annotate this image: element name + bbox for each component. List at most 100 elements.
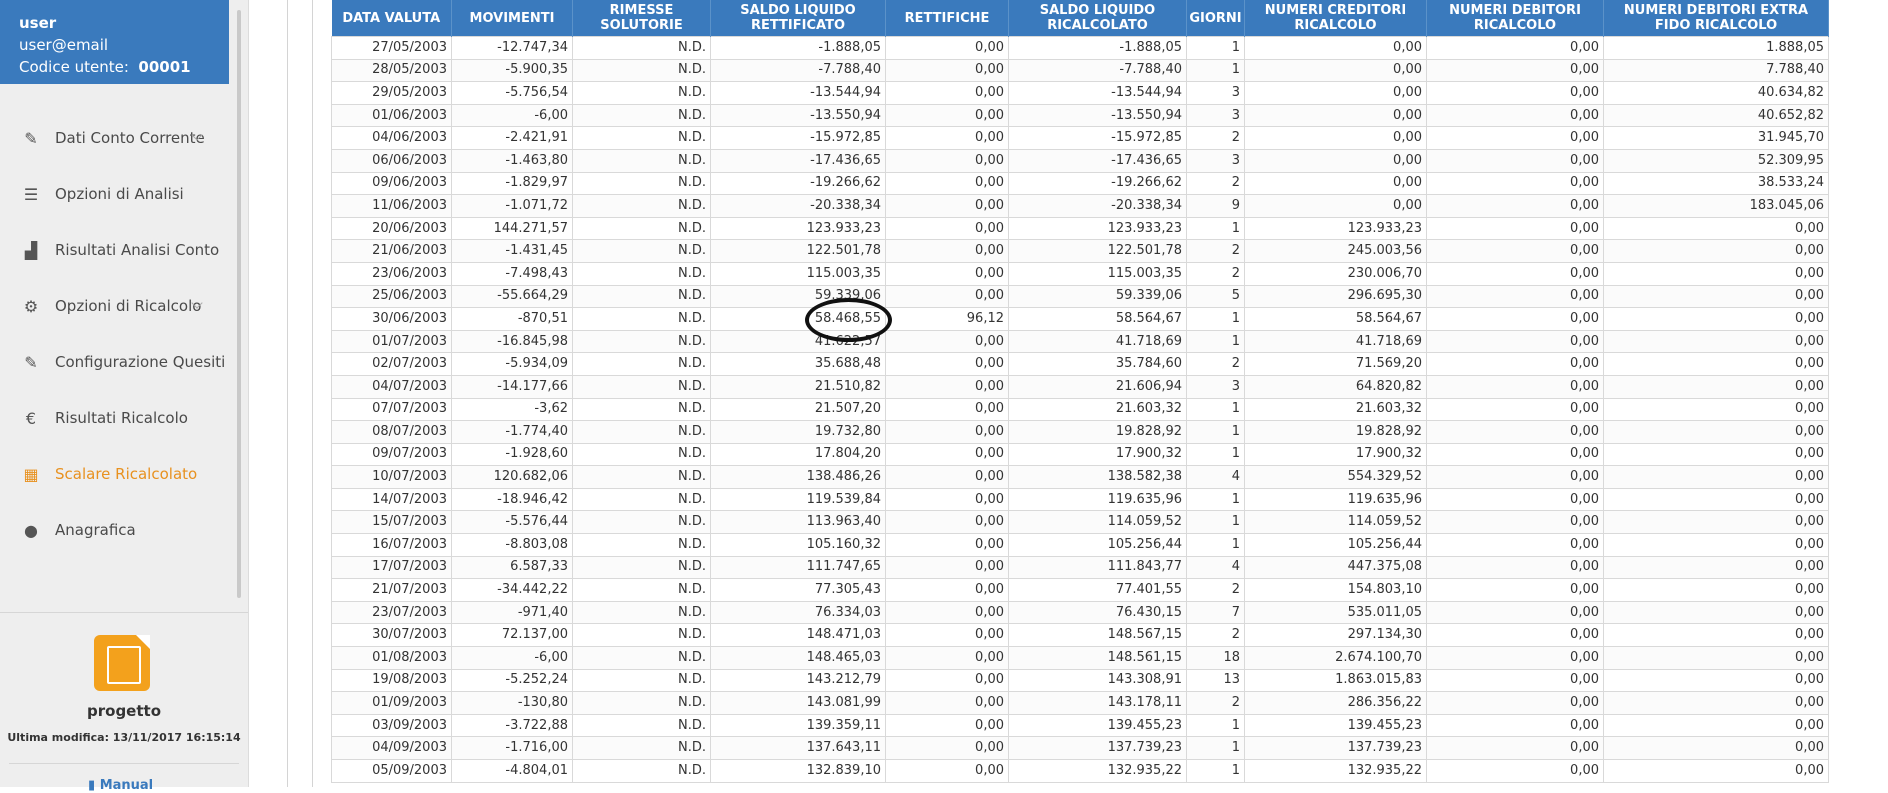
table-row[interactable]: 25/06/2003 -55.664,29 N.D. 59.339,06 0,00 59.… xyxy=(331,284,1829,309)
table-row[interactable]: 08/07/2003 -1.774,40 N.D. 19.732,80 0,00 19.8… xyxy=(331,420,1829,444)
table-row[interactable]: 09/06/2003 -1.829,97 N.D. -19.266,62 0,00 -19… xyxy=(331,171,1829,196)
table-row[interactable]: 04/07/2003 -14.177,66 N.D. 21.510,82 0,00 21.… xyxy=(331,374,1829,399)
table-row[interactable]: 16/07/2003 -8.803,08 N.D. 105.160,32 0,00 105… xyxy=(331,533,1829,557)
sidebar-item-scalare-ricalcolato[interactable]: ▦ Scalare Ricalcolato xyxy=(0,446,229,502)
table-cell: 0,00 xyxy=(1426,510,1604,535)
user-panel[interactable]: user user@email Codice utente: 00001 xyxy=(0,0,229,84)
table-cell: 19.732,80 xyxy=(710,420,886,444)
table-cell: 35.688,48 xyxy=(710,352,886,376)
table-cell: 52.309,95 xyxy=(1603,148,1829,173)
table-row[interactable]: 01/08/2003 -6,00 N.D. 148.465,03 0,00 148.561… xyxy=(331,646,1829,670)
table-cell: 0,00 xyxy=(1426,397,1604,422)
table-cell: -13.544,94 xyxy=(1008,81,1187,105)
table-cell: 58.564,67 xyxy=(1008,307,1187,331)
table-row[interactable]: 01/06/2003 -6,00 N.D. -13.550,94 0,00 -13.550… xyxy=(331,103,1829,128)
column-header[interactable]: RIMESSE SOLUTORIE xyxy=(572,0,711,37)
table-cell: 0,00 xyxy=(1603,533,1829,557)
table-row[interactable]: 30/07/2003 72.137,00 N.D. 148.471,03 0,00 148… xyxy=(331,623,1829,648)
table-cell: N.D. xyxy=(572,352,711,376)
column-header[interactable]: NUMERI DEBITORI RICALCOLO xyxy=(1426,0,1604,37)
table-icon: ▦ xyxy=(23,464,39,484)
table-cell: 23/07/2003 xyxy=(331,600,452,625)
table-cell: 17/07/2003 xyxy=(331,555,452,580)
table-cell: 1 xyxy=(1186,442,1245,467)
table-row[interactable]: 04/06/2003 -2.421,91 N.D. -15.972,85 0,00 -15… xyxy=(331,126,1829,150)
table-cell: 0,00 xyxy=(1244,171,1427,196)
table-cell: 9 xyxy=(1186,194,1245,218)
table-cell: 0,00 xyxy=(885,759,1009,783)
table-row[interactable]: 10/07/2003 120.682,06 N.D. 138.486,26 0,00 13… xyxy=(331,465,1829,489)
table-row[interactable]: 20/06/2003 144.271,57 N.D. 123.933,23 0,00 12… xyxy=(331,216,1829,241)
table-cell: 1.888,05 xyxy=(1603,36,1829,60)
column-header[interactable]: RETTIFICHE xyxy=(885,0,1009,37)
table-row[interactable]: 03/09/2003 -3.722,88 N.D. 139.359,11 0,00 139… xyxy=(331,713,1829,738)
table-cell: 138.486,26 xyxy=(710,465,886,489)
table-cell: 0,00 xyxy=(885,352,1009,376)
table-cell: 148.561,15 xyxy=(1008,646,1187,670)
table-row[interactable]: 28/05/2003 -5.900,35 N.D. -7.788,40 0,00 -7.7… xyxy=(331,58,1829,83)
sidebar-item-risultati-analisi-conto[interactable]: ▟ Risultati Analisi Conto xyxy=(0,222,229,278)
table-row[interactable]: 04/09/2003 -1.716,00 N.D. 137.643,11 0,00 137… xyxy=(331,736,1829,760)
table-row[interactable]: 02/07/2003 -5.934,09 N.D. 35.688,48 0,00 35.7… xyxy=(331,352,1829,376)
table-row[interactable]: 14/07/2003 -18.946,42 N.D. 119.539,84 0,00 11… xyxy=(331,487,1829,512)
column-header[interactable]: GIORNI xyxy=(1186,0,1245,37)
manual-link[interactable]: ▮ Manual xyxy=(88,778,153,793)
table-cell: 0,00 xyxy=(1426,420,1604,444)
table-row[interactable]: 11/06/2003 -1.071,72 N.D. -20.338,34 0,00 -20… xyxy=(331,194,1829,218)
table-row[interactable]: 06/06/2003 -1.463,80 N.D. -17.436,65 0,00 -17… xyxy=(331,148,1829,173)
table-row[interactable]: 01/07/2003 -16.845,98 N.D. 41.622,57 0,00 41.… xyxy=(331,329,1829,354)
table-row[interactable]: 29/05/2003 -5.756,54 N.D. -13.544,94 0,00 -13… xyxy=(331,81,1829,105)
table-cell: 19.828,92 xyxy=(1244,420,1427,444)
table-cell: 13 xyxy=(1186,668,1245,693)
table-cell: 0,00 xyxy=(1426,171,1604,196)
table-row[interactable]: 30/06/2003 -870,51 N.D. 58.468,55 96,12 58.56… xyxy=(331,307,1829,331)
table-cell: 0,00 xyxy=(1603,465,1829,489)
column-header[interactable]: MOVIMENTI xyxy=(451,0,573,37)
column-header[interactable]: SALDO LIQUIDO RETTIFICATO xyxy=(710,0,886,37)
table-cell: 0,00 xyxy=(1426,600,1604,625)
sidebar-scrollbar[interactable] xyxy=(237,10,241,598)
sidebar-item-configurazione-quesiti[interactable]: ✎ Configurazione Quesiti xyxy=(0,334,229,390)
table-cell: 0,00 xyxy=(885,736,1009,760)
table-cell: -7.788,40 xyxy=(710,58,886,83)
table-row[interactable]: 17/07/2003 6.587,33 N.D. 111.747,65 0,00 111.… xyxy=(331,555,1829,580)
sidebar-item-label: Anagrafica xyxy=(55,521,136,539)
sidebar-item-anagrafica[interactable]: ● Anagrafica xyxy=(0,502,229,558)
table-cell: -20.338,34 xyxy=(710,194,886,218)
table-cell: 0,00 xyxy=(885,126,1009,150)
table-cell: 0,00 xyxy=(1426,261,1604,286)
table-cell: 297.134,30 xyxy=(1244,623,1427,648)
table-cell: 0,00 xyxy=(885,623,1009,648)
table-cell: 72.137,00 xyxy=(451,623,573,648)
table-row[interactable]: 05/09/2003 -4.804,01 N.D. 132.839,10 0,00 132… xyxy=(331,759,1829,783)
table-cell: N.D. xyxy=(572,239,711,263)
table-row[interactable]: 23/06/2003 -7.498,43 N.D. 115.003,35 0,00 115… xyxy=(331,261,1829,286)
column-header[interactable]: NUMERI CREDITORI RICALCOLO xyxy=(1244,0,1427,37)
column-header[interactable]: SALDO LIQUIDO RICALCOLATO xyxy=(1008,0,1187,37)
table-row[interactable]: 19/08/2003 -5.252,24 N.D. 143.212,79 0,00 143… xyxy=(331,668,1829,693)
sidebar-item-opzioni-di-ricalcolo[interactable]: ⚙ Opzioni di Ricalcolo xyxy=(0,278,229,334)
table-row[interactable]: 21/06/2003 -1.431,45 N.D. 122.501,78 0,00 122… xyxy=(331,239,1829,263)
scalare-table-container[interactable]: DATA VALUTA MOVIMENTI RIMESSE SOLUTORIE SAL… xyxy=(331,0,1829,783)
column-header[interactable]: DATA VALUTA xyxy=(331,0,452,37)
table-row[interactable]: 23/07/2003 -971,40 N.D. 76.334,03 0,00 76.430… xyxy=(331,600,1829,625)
table-cell: 0,00 xyxy=(885,646,1009,670)
sidebar-item-risultati-ricalcolo[interactable]: € Risultati Ricalcolo xyxy=(0,390,229,446)
table-cell: N.D. xyxy=(572,103,711,128)
table-cell: 0,00 xyxy=(1426,668,1604,693)
table-row[interactable]: 15/07/2003 -5.576,44 N.D. 113.963,40 0,00 114… xyxy=(331,510,1829,535)
table-row[interactable]: 07/07/2003 -3,62 N.D. 21.507,20 0,00 21.603,3… xyxy=(331,397,1829,422)
table-cell: 0,00 xyxy=(885,148,1009,173)
sidebar-item-dati-conto-corrente[interactable]: ✎ Dati Conto Corrente xyxy=(0,110,229,166)
table-row[interactable]: 01/09/2003 -130,80 N.D. 143.081,99 0,00 143.1… xyxy=(331,691,1829,715)
table-row[interactable]: 21/07/2003 -34.442,22 N.D. 77.305,43 0,00 77.… xyxy=(331,578,1829,602)
table-row[interactable]: 27/05/2003 -12.747,34 N.D. -1.888,05 0,00 -1.… xyxy=(331,36,1829,60)
table-cell: 02/07/2003 xyxy=(331,352,452,376)
table-row[interactable]: 09/07/2003 -1.928,60 N.D. 17.804,20 0,00 17.9… xyxy=(331,442,1829,467)
table-cell: 09/06/2003 xyxy=(331,171,452,196)
table-cell: N.D. xyxy=(572,487,711,512)
column-header[interactable]: NUMERI DEBITORI EXTRA FIDO RICALCOLO xyxy=(1603,0,1829,37)
table-cell: -1.829,97 xyxy=(451,171,573,196)
sidebar-item-opzioni-di-analisi[interactable]: ☰ Opzioni di Analisi xyxy=(0,166,229,222)
sidebar-item-label: Opzioni di Ricalcolo xyxy=(55,297,202,315)
